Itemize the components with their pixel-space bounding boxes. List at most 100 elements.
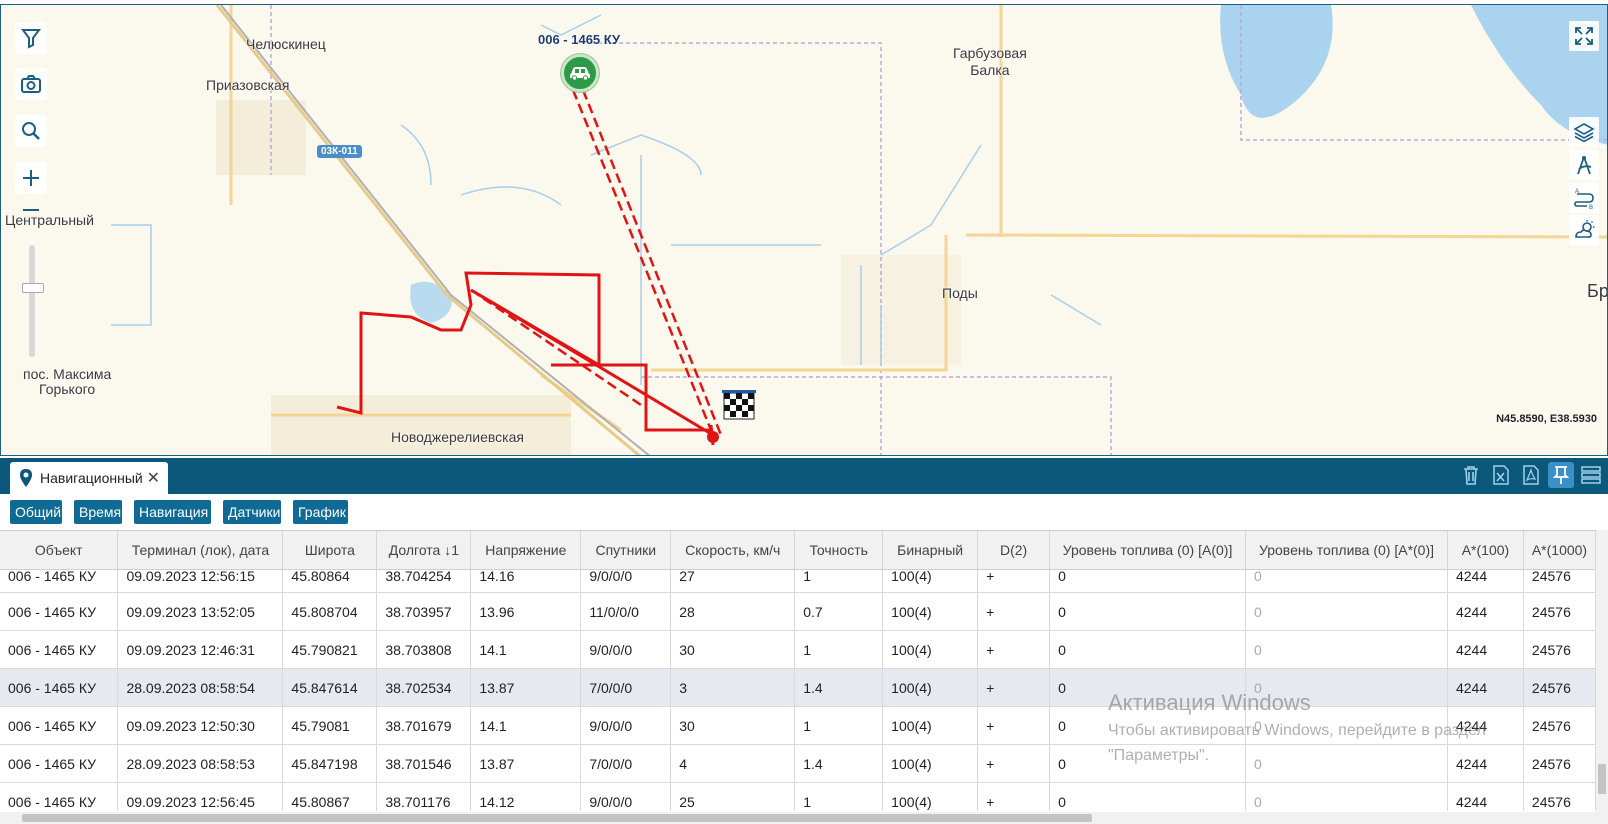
table-cell: 28.09.2023 08:58:53 xyxy=(117,744,284,783)
excel-export-icon xyxy=(1493,465,1509,485)
column-header[interactable]: Скорость, км/ч xyxy=(670,531,796,570)
table-cell: 4244 xyxy=(1447,782,1524,811)
activation-watermark-line2: "Параметры". xyxy=(1108,747,1210,764)
column-header[interactable]: Уровень топлива (0) [A(0)] xyxy=(1049,531,1247,570)
table-cell: 100(4) xyxy=(882,592,979,631)
layers-button[interactable] xyxy=(1569,117,1599,147)
table-row[interactable]: 006 - 1465 КУ 09.09.2023 13:52:05 45.80870… xyxy=(0,592,1596,631)
column-header[interactable]: D(2) xyxy=(977,531,1051,570)
table-cell: 11/0/0/0 xyxy=(580,592,672,631)
place-priazovskaya: Приазовская xyxy=(206,77,290,93)
zoom-out-button[interactable] xyxy=(15,194,47,226)
close-icon[interactable]: ✕ xyxy=(147,468,160,488)
place-novodzherelievskaya: Новоджерелиевская xyxy=(391,429,524,445)
map-background xyxy=(111,5,1607,455)
panel-toolbar xyxy=(1458,462,1604,488)
panel-header: Навигационный ✕ xyxy=(0,458,1608,494)
table-cell: 006 - 1465 КУ xyxy=(0,630,119,669)
zoom-slider-handle[interactable] xyxy=(22,283,44,293)
subtab-general[interactable]: Общий xyxy=(10,500,62,524)
table-cell: + xyxy=(977,782,1051,811)
weather-button[interactable] xyxy=(1569,215,1599,245)
table-cell: 30 xyxy=(670,630,796,669)
column-header[interactable]: Напряжение xyxy=(470,531,582,570)
column-header[interactable]: Бинарный xyxy=(882,531,979,570)
screenshot-button[interactable] xyxy=(15,68,47,100)
vehicle-marker[interactable] xyxy=(561,54,599,92)
table-row[interactable]: 006 - 1465 КУ 28.09.2023 08:58:54 45.84761… xyxy=(0,668,1596,707)
delete-button[interactable] xyxy=(1458,462,1484,488)
column-header[interactable]: Терминал (лок), дата xyxy=(117,531,284,570)
fullscreen-button[interactable] xyxy=(1569,21,1599,51)
subtab-navigation[interactable]: Навигация xyxy=(134,500,211,524)
table-cell: 24576 xyxy=(1523,569,1596,593)
table-cell: 1.4 xyxy=(794,744,884,783)
pin-button[interactable] xyxy=(1548,462,1574,488)
zoom-in-button[interactable] xyxy=(15,162,47,194)
table-cell: 0.7 xyxy=(794,592,884,631)
scrollbar-thumb[interactable] xyxy=(22,814,1092,822)
layers-icon xyxy=(1573,123,1595,143)
place-maxim-gorky: пос. Максима Горького xyxy=(23,366,112,397)
table-cell: 9/0/0/0 xyxy=(580,782,672,811)
table-cell: 0 xyxy=(1049,569,1247,593)
place-garbuzovaya-balka: Гарбузовая Балка xyxy=(953,45,1027,78)
filter-button[interactable] xyxy=(15,22,47,54)
table-cell: 09.09.2023 12:46:31 xyxy=(117,630,284,669)
vehicle-label: 006 - 1465 КУ xyxy=(538,32,621,47)
measure-button[interactable] xyxy=(1569,150,1599,180)
place-edge: Бр xyxy=(1587,281,1608,301)
scrollbar-thumb[interactable] xyxy=(1598,764,1606,794)
search-button[interactable] xyxy=(15,115,47,147)
tab-navigation[interactable]: Навигационный ✕ xyxy=(10,462,168,494)
subtab-time[interactable]: Время xyxy=(74,500,122,524)
column-header[interactable]: A*(100) xyxy=(1447,531,1524,570)
table-cell: 0 xyxy=(1245,592,1448,631)
table-cell: 24576 xyxy=(1523,744,1596,783)
table-cell: 24576 xyxy=(1523,592,1596,631)
table-cell: + xyxy=(977,744,1051,783)
table-cell: 100(4) xyxy=(882,569,979,593)
car-icon xyxy=(570,67,590,81)
place-chelyuskinets: Челюскинец xyxy=(246,36,326,52)
table-cell: 30 xyxy=(670,706,796,745)
expand-icon xyxy=(1575,27,1593,45)
column-header[interactable]: Уровень топлива (0) [A*(0)] xyxy=(1245,531,1448,570)
map-view[interactable]: Челюскинец Приазовская Центральный пос. … xyxy=(0,4,1608,456)
table-cell: 0 xyxy=(1049,782,1247,811)
column-header[interactable]: Точность xyxy=(794,531,884,570)
column-header[interactable]: Широта xyxy=(282,531,378,570)
subtab-bar: Общий Время Навигация Датчики График xyxy=(0,494,1608,528)
layout-button[interactable] xyxy=(1578,462,1604,488)
table-cell: 14.1 xyxy=(470,706,582,745)
table-cell: 45.790821 xyxy=(282,630,378,669)
table-cell: 0 xyxy=(1245,782,1448,811)
navigation-table: Объект Терминал (лок), дата Широта Долго… xyxy=(0,531,1596,811)
table-row[interactable]: 006 - 1465 КУ 09.09.2023 12:56:15 45.80864… xyxy=(0,569,1596,593)
subtab-sensors[interactable]: Датчики xyxy=(223,500,281,524)
column-header[interactable]: A*(1000) xyxy=(1523,531,1596,570)
table-cell: 100(4) xyxy=(882,744,979,783)
route-button[interactable]: AB xyxy=(1569,183,1599,213)
table-cell: 4244 xyxy=(1447,744,1524,783)
column-header-sorted[interactable]: Долгота ↓1 xyxy=(376,531,472,570)
excel-export-button[interactable] xyxy=(1488,462,1514,488)
table-row[interactable]: 006 - 1465 КУ 09.09.2023 12:46:31 45.79082… xyxy=(0,630,1596,669)
pdf-export-button[interactable] xyxy=(1518,462,1544,488)
table-cell: 38.704254 xyxy=(376,569,472,593)
layout-icon xyxy=(1581,466,1601,484)
horizontal-scrollbar[interactable] xyxy=(0,812,1608,824)
table-cell: 24576 xyxy=(1523,630,1596,669)
table-cell: 45.80867 xyxy=(282,782,378,811)
column-header[interactable]: Спутники xyxy=(580,531,672,570)
table-cell: 0 xyxy=(1245,630,1448,669)
zoom-slider[interactable] xyxy=(22,245,44,357)
vertical-scrollbar[interactable] xyxy=(1596,530,1608,812)
table-row[interactable]: 006 - 1465 КУ 28.09.2023 08:58:53 45.84719… xyxy=(0,744,1596,783)
tab-label: Навигационный xyxy=(40,470,143,486)
search-icon xyxy=(22,122,40,140)
table-cell: 4244 xyxy=(1447,592,1524,631)
column-header[interactable]: Объект xyxy=(0,531,119,570)
table-row[interactable]: 006 - 1465 КУ 09.09.2023 12:56:45 45.80867… xyxy=(0,782,1596,811)
subtab-chart[interactable]: График xyxy=(293,500,348,524)
